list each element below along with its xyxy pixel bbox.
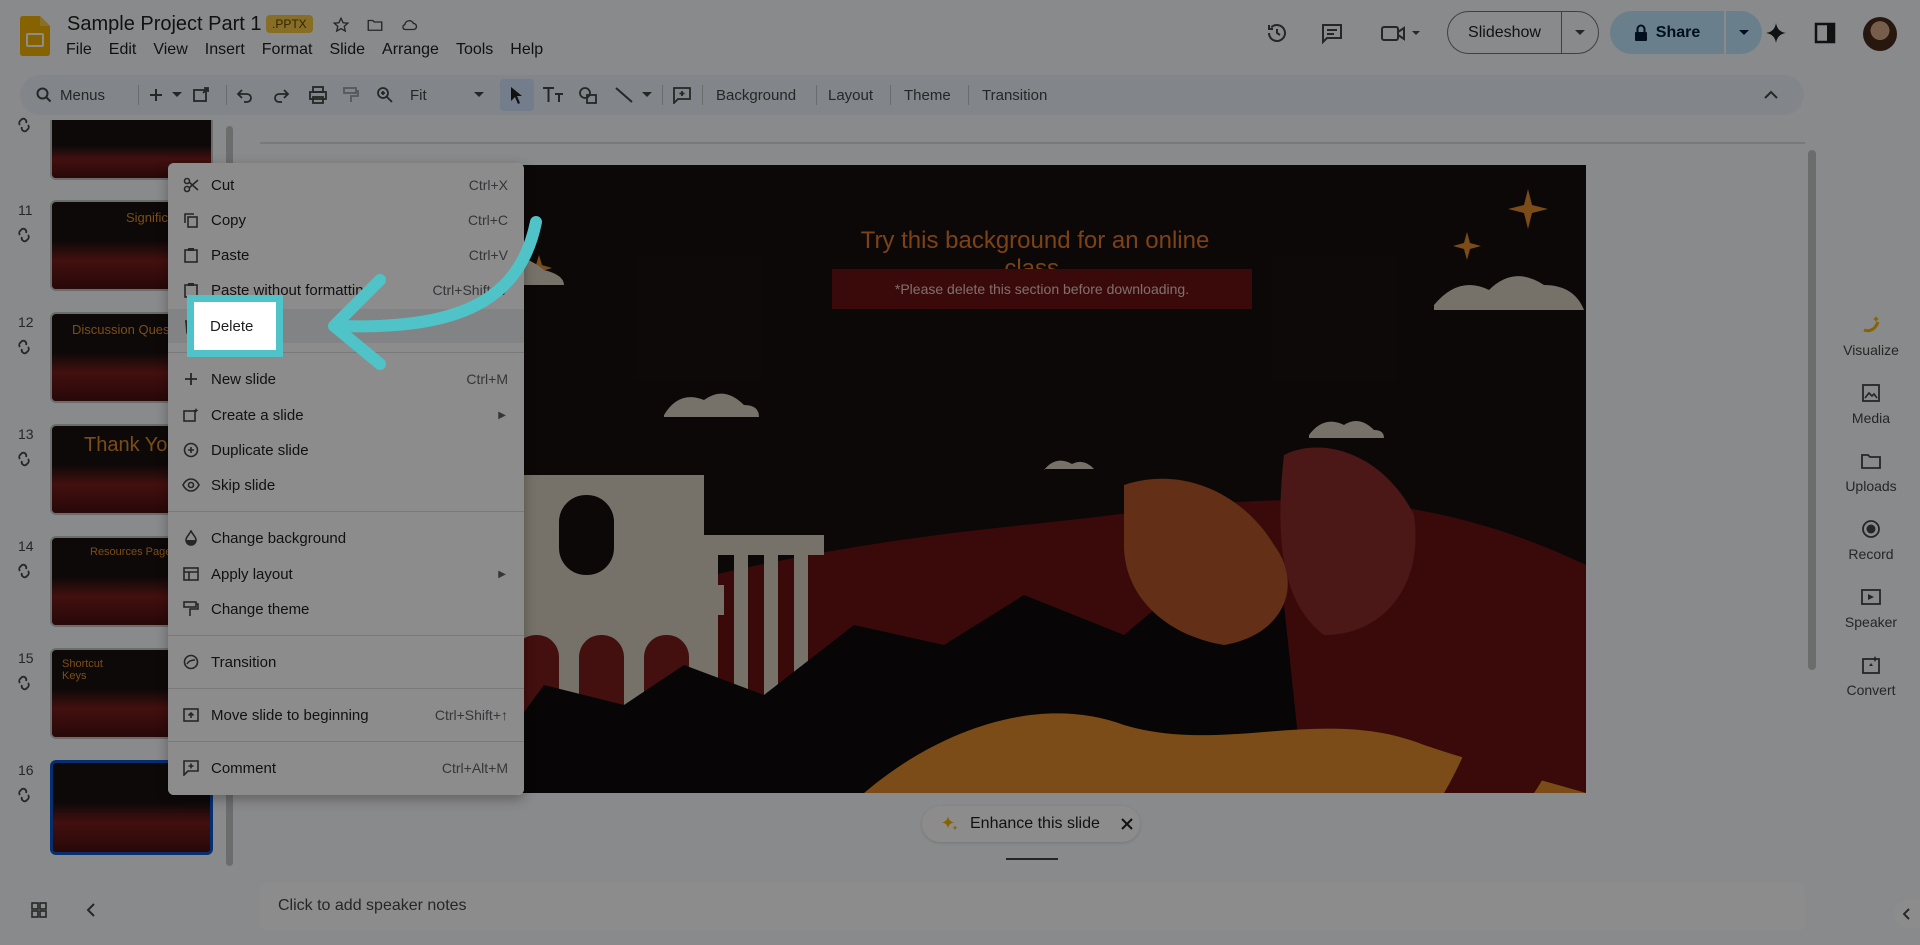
context-menu-dim-overlay	[168, 163, 524, 795]
slides-app: Sample Project Part 1 .PPTX File Edit Vi…	[0, 0, 1920, 945]
delete-highlight-label[interactable]: Delete	[210, 318, 253, 335]
